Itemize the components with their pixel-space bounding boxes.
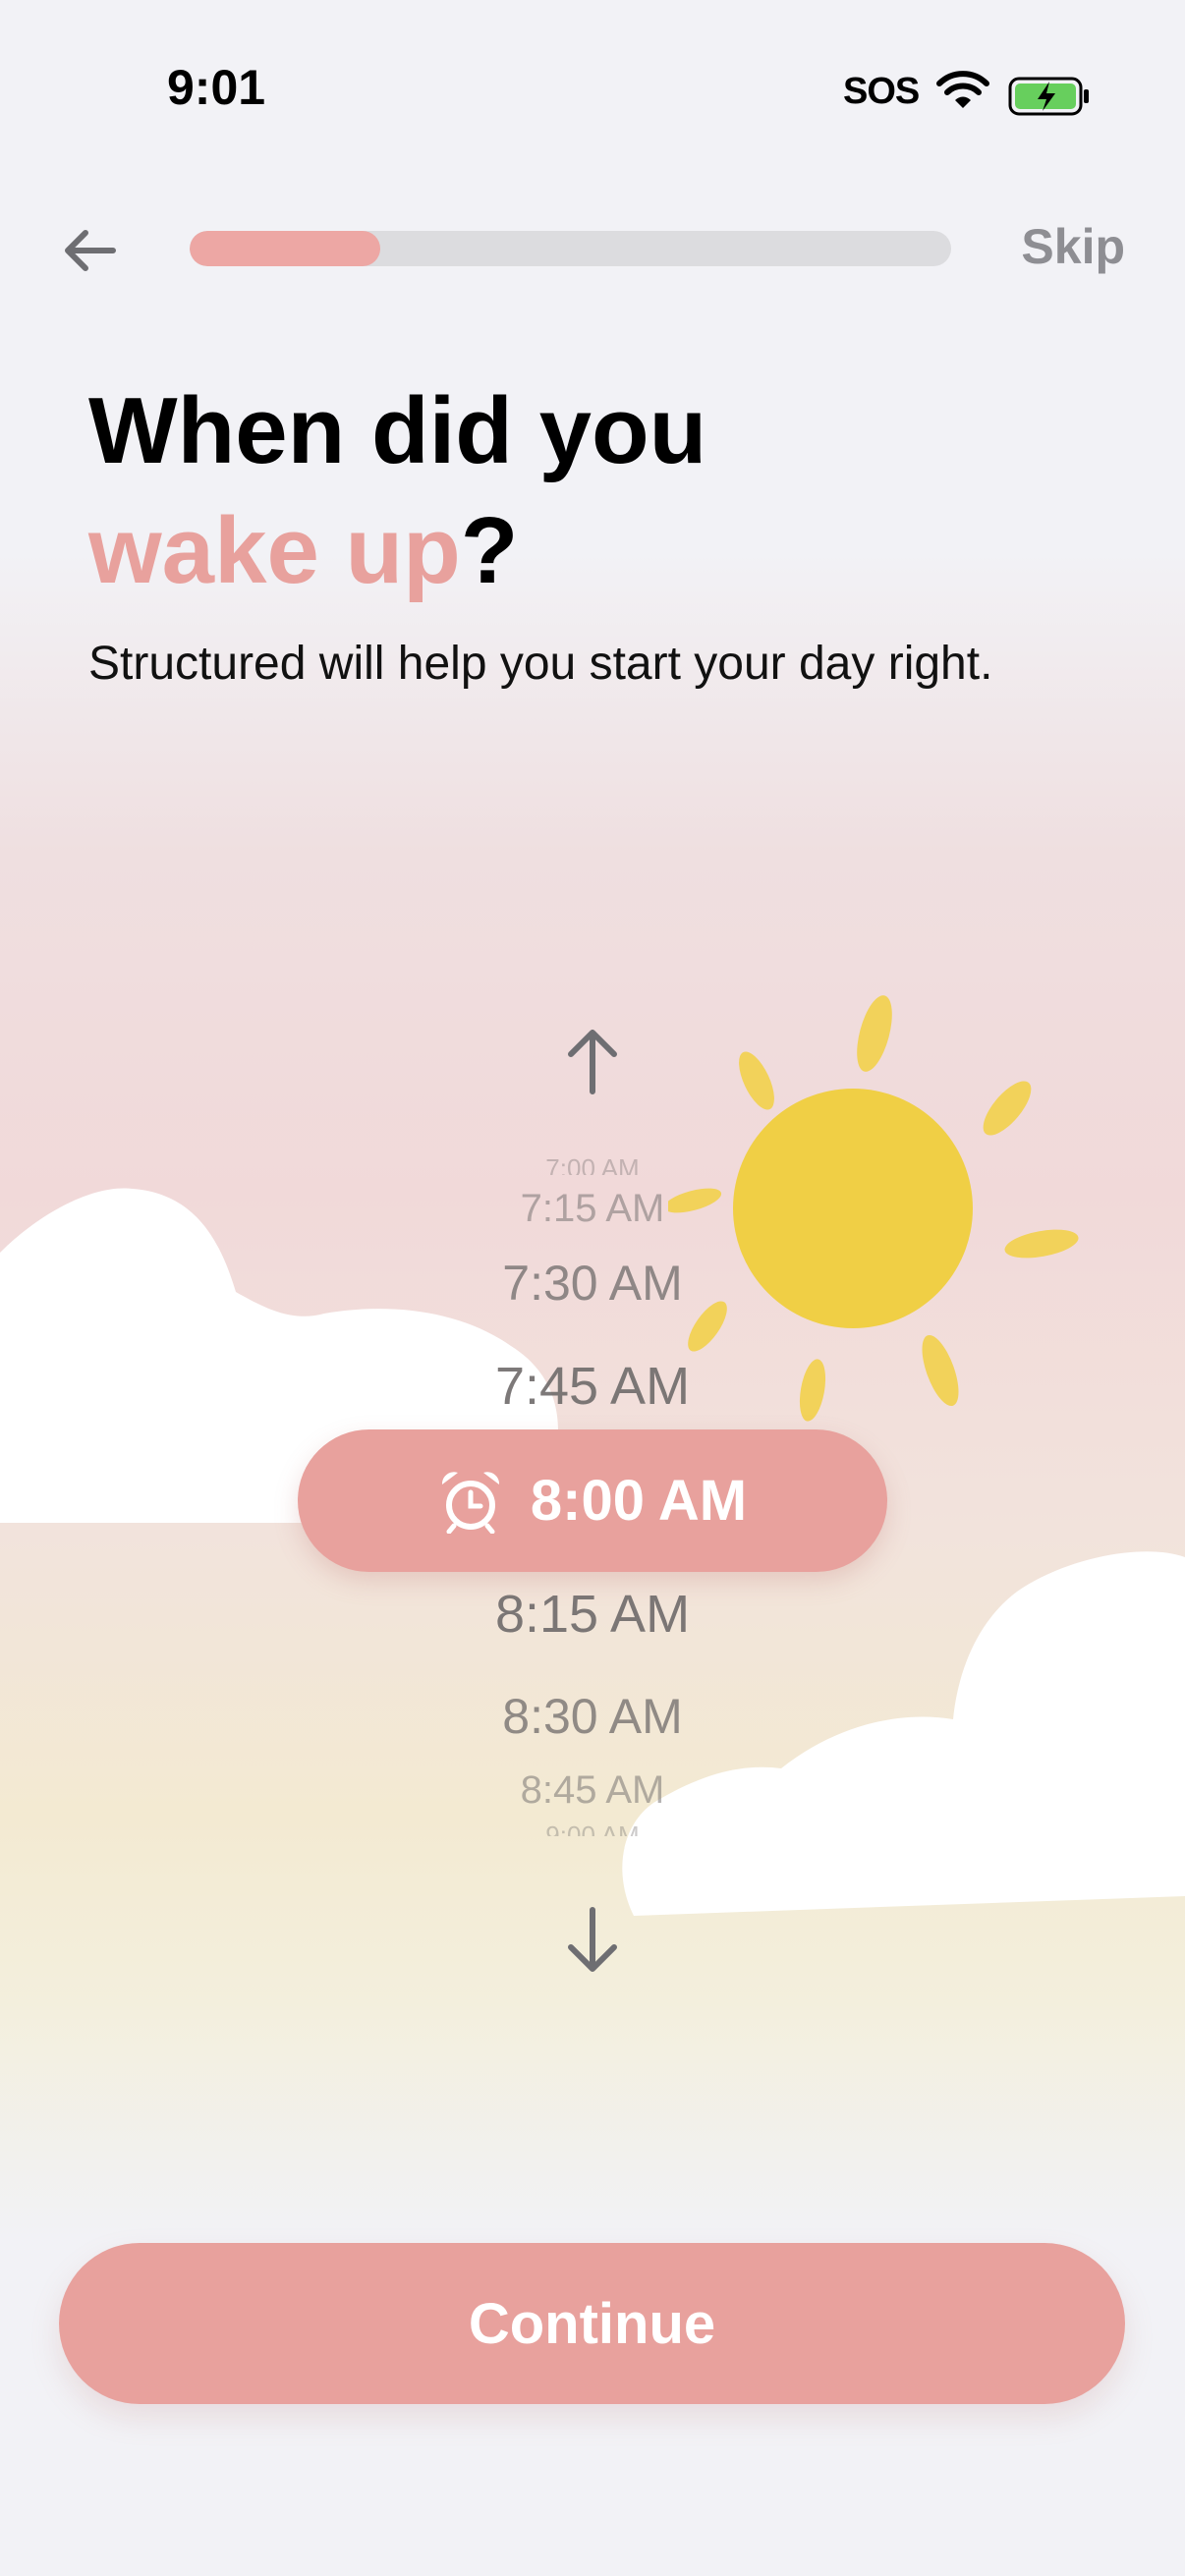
time-option[interactable]: 8:15 AM [298,1584,887,1645]
arrow-down-icon [568,1907,617,1972]
time-option[interactable]: 7:00 AM [298,1157,887,1175]
alarm-clock-icon [441,1471,499,1534]
time-option[interactable]: 8:45 AM [298,1768,887,1813]
time-option[interactable]: 7:30 AM [298,1255,887,1312]
time-option[interactable]: 8:30 AM [298,1688,887,1745]
time-option[interactable]: 7:15 AM [298,1187,887,1231]
selected-time-label: 8:00 AM [530,1469,748,1533]
back-button[interactable] [57,218,122,283]
skip-button[interactable]: Skip [1021,218,1125,275]
scroll-up-button[interactable] [553,1022,632,1100]
arrow-left-icon [65,230,116,271]
title-line1: When did you [88,378,707,483]
progress-fill [190,231,380,266]
time-option[interactable]: 9:00 AM [298,1824,887,1836]
wifi-icon [936,71,989,108]
arrow-up-icon [568,1030,617,1094]
time-option[interactable]: 7:45 AM [298,1356,887,1417]
battery-charging-icon [1008,77,1089,116]
scroll-down-button[interactable] [553,1901,632,1980]
page-title: When did you wake up? [88,371,1071,611]
title-suffix: ? [460,498,519,603]
continue-button[interactable]: Continue [59,2243,1125,2404]
onboarding-progress-bar [190,231,951,266]
title-accent: wake up [88,498,461,603]
status-carrier: SOS [843,71,920,112]
status-time: 9:01 [167,60,266,115]
selected-time[interactable]: 8:00 AM [298,1429,887,1572]
page-subtitle: Structured will help you start your day … [88,638,993,690]
